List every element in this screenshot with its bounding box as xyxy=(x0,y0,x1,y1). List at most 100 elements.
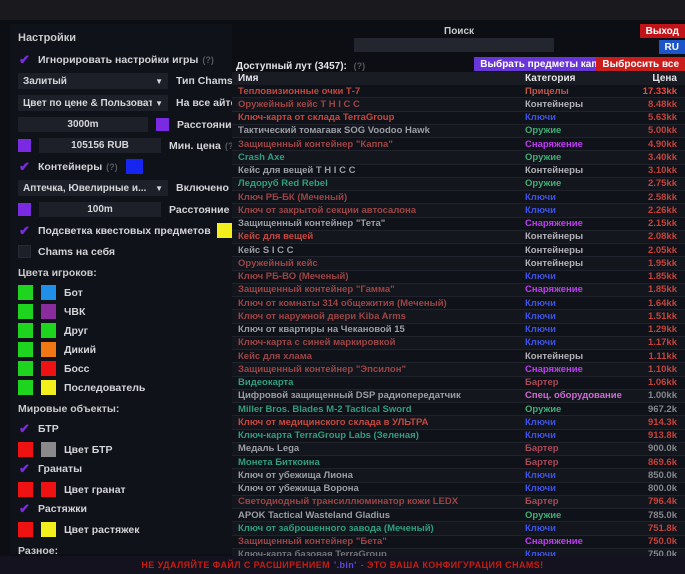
table-row[interactable]: Защищенный контейнер "Каппа" Снаряжение … xyxy=(232,138,685,151)
table-row[interactable]: Ключ от убежища Ворона Ключи 800.0k xyxy=(232,483,685,496)
table-row[interactable]: Тепловизионные очки Т-7 Прицелы 17.33kk xyxy=(232,85,685,98)
color-swatch[interactable] xyxy=(41,304,56,319)
table-row[interactable]: Медаль Lega Бартер 900.0k xyxy=(232,443,685,456)
checkbox-checked-icon[interactable]: ✔ xyxy=(18,462,31,475)
header-price[interactable]: Цена xyxy=(623,73,685,84)
color-swatch[interactable] xyxy=(18,380,33,395)
color-swatch[interactable] xyxy=(18,285,33,300)
table-row[interactable]: Оружейный кейс Контейнеры 1.95kk xyxy=(232,257,685,270)
checkbox-checked-icon[interactable]: ✔ xyxy=(18,502,31,515)
grenade-color-row: Цвет гранат xyxy=(18,482,224,497)
loot-filter-label: Включено xyxy=(176,182,229,194)
min-price-color-swatch[interactable] xyxy=(18,139,31,152)
table-row[interactable]: Miller Bros. Blades M-2 Tactical Sword О… xyxy=(232,403,685,416)
color-swatch[interactable] xyxy=(18,361,33,376)
min-price-label: Мин. цена xyxy=(169,140,221,152)
table-row[interactable]: Ключ-карта от склада TerraGroup Ключи 5.… xyxy=(232,112,685,125)
color-swatch[interactable] xyxy=(41,380,56,395)
table-row[interactable]: Ключ от квартиры на Чекановой 15 Ключи 1… xyxy=(232,324,685,337)
color-swatch[interactable] xyxy=(41,361,56,376)
color-swatch[interactable] xyxy=(18,323,33,338)
table-row[interactable]: Светодиодный трансиллюминатор кожи LEDX … xyxy=(232,496,685,509)
table-row[interactable]: Защищенный контейнер "Тета" Снаряжение 2… xyxy=(232,218,685,231)
header-name[interactable]: Имя xyxy=(232,73,525,84)
help-icon[interactable]: (?) xyxy=(202,55,214,65)
color-swatch[interactable] xyxy=(41,482,56,497)
loot-table: Тепловизионные очки Т-7 Прицелы 17.33kk … xyxy=(232,85,685,556)
color-swatch[interactable] xyxy=(41,323,56,338)
table-row[interactable]: Монета Биткоина Бартер 869.6k xyxy=(232,456,685,469)
distance-input[interactable]: 3000m xyxy=(18,117,148,132)
table-row[interactable]: Ключ от убежища Лиона Ключи 850.0k xyxy=(232,469,685,482)
item-name: Ключ РБ-ВО (Меченый) xyxy=(232,271,525,282)
table-row[interactable]: Ключ РБ-ВО (Меченый) Ключи 1.85kk xyxy=(232,271,685,284)
chams-type-dropdown[interactable]: Залитый ▼ xyxy=(18,73,168,89)
item-name: Ключ РБ-БК (Меченый) xyxy=(232,192,525,203)
table-row[interactable]: Оружейный кейс T H I C C Контейнеры 8.48… xyxy=(232,98,685,111)
table-row[interactable]: Ледоруб Red Rebel Оружие 2.75kk xyxy=(232,178,685,191)
color-swatch[interactable] xyxy=(41,522,56,537)
table-row[interactable]: Ключ-карта TerraGroup Labs (Зеленая) Клю… xyxy=(232,430,685,443)
table-row[interactable]: Crash Axe Оружие 3.40kk xyxy=(232,151,685,164)
table-row[interactable]: Ключ-карта базовая TerraGroup Ключи 750.… xyxy=(232,549,685,556)
color-mode-dropdown[interactable]: Цвет по цене & Пользователь ▼ xyxy=(18,95,168,111)
checkbox-checked-icon[interactable]: ✔ xyxy=(18,422,31,435)
checkbox-unchecked-icon[interactable] xyxy=(18,245,31,258)
distance-label: Расстояние xyxy=(177,119,237,131)
loot-filter-dropdown[interactable]: Аптечка, Ювелирные и... ▼ xyxy=(18,180,168,196)
color-swatch[interactable] xyxy=(18,342,33,357)
table-row[interactable]: APOK Tactical Wasteland Gladius Оружие 7… xyxy=(232,509,685,522)
select-kappa-items-button[interactable]: Выбрать предметы каппа xyxy=(474,57,615,71)
color-swatch[interactable] xyxy=(41,342,56,357)
table-row[interactable]: Ключ от заброшенного завода (Меченый) Кл… xyxy=(232,522,685,535)
help-icon[interactable]: (?) xyxy=(106,162,118,172)
table-row[interactable]: Тактический томагавк SOG Voodoo Hawk Ору… xyxy=(232,125,685,138)
table-row[interactable]: Ключ РБ-БК (Меченый) Ключи 2.58kk xyxy=(232,191,685,204)
table-row[interactable]: Защищенный контейнер "Гамма" Снаряжение … xyxy=(232,284,685,297)
checkbox-checked-icon[interactable]: ✔ xyxy=(18,224,31,237)
table-row[interactable]: Защищенный контейнер "Эпсилон" Снаряжени… xyxy=(232,363,685,376)
table-row[interactable]: Кейс для вещей T H I C C Контейнеры 3.10… xyxy=(232,165,685,178)
table-row[interactable]: Цифровой защищенный DSP радиопередатчик … xyxy=(232,390,685,403)
grenade-color-label: Цвет гранат xyxy=(64,484,126,496)
exit-button[interactable]: Выход xyxy=(640,24,685,38)
table-row[interactable]: Кейс для вещей Контейнеры 2.08kk xyxy=(232,231,685,244)
header-category[interactable]: Категория xyxy=(525,73,623,84)
item-price: 1.85kk xyxy=(623,271,685,282)
color-swatch[interactable] xyxy=(18,482,33,497)
language-button[interactable]: RU xyxy=(659,40,685,54)
table-row[interactable]: Ключ от наружной двери Kiba Arms Ключи 1… xyxy=(232,310,685,323)
item-price: 1.00kk xyxy=(623,390,685,401)
table-row[interactable]: Защищенный контейнер "Бета" Снаряжение 7… xyxy=(232,536,685,549)
drop-all-button[interactable]: Выбросить все xyxy=(596,57,685,71)
min-price-input[interactable]: 105156 RUB xyxy=(39,138,161,153)
table-row[interactable]: Кейс S I C C Контейнеры 2.05kk xyxy=(232,244,685,257)
distance-color-swatch[interactable] xyxy=(156,118,169,131)
color-swatch[interactable] xyxy=(18,442,33,457)
color-swatch[interactable] xyxy=(41,442,56,457)
color-swatch[interactable] xyxy=(18,522,33,537)
settings-panel: Настройки ✔ Игнорировать настройки игры … xyxy=(10,24,232,554)
item-category: Снаряжение xyxy=(525,536,623,547)
color-swatch[interactable] xyxy=(41,285,56,300)
search-input[interactable] xyxy=(354,38,554,52)
table-row[interactable]: Кейс для хлама Контейнеры 1.11kk xyxy=(232,350,685,363)
table-row[interactable]: Видеокарта Бартер 1.06kk xyxy=(232,377,685,390)
table-row[interactable]: Ключ-карта с синей маркировкой Ключи 1.1… xyxy=(232,337,685,350)
item-category: Ключи xyxy=(525,483,623,494)
table-row[interactable]: Ключ от закрытой секции автосалона Ключи… xyxy=(232,204,685,217)
warning-bar: НЕ УДАЛЯЙТЕ ФАЙЛ С РАСШИРЕНИЕМ '.bin' - … xyxy=(0,556,685,574)
table-row[interactable]: Ключ от медицинского склада в УЛЬТРА Клю… xyxy=(232,416,685,429)
table-row[interactable]: Ключ от комнаты 314 общежития (Меченый) … xyxy=(232,297,685,310)
btr-color-row: Цвет БТР xyxy=(18,442,224,457)
tripwire-color-label: Цвет растяжек xyxy=(64,524,140,536)
loot-distance-color-swatch[interactable] xyxy=(18,203,31,216)
player-color-label: Друг xyxy=(64,325,88,337)
help-icon[interactable]: (?) xyxy=(354,61,366,71)
loot-distance-input[interactable]: 100m xyxy=(39,202,161,217)
checkbox-checked-icon[interactable]: ✔ xyxy=(18,53,31,66)
item-name: Тактический томагавк SOG Voodoo Hawk xyxy=(232,125,525,136)
color-swatch[interactable] xyxy=(18,304,33,319)
checkbox-checked-icon[interactable]: ✔ xyxy=(18,160,31,173)
containers-color-swatch[interactable] xyxy=(126,159,143,174)
